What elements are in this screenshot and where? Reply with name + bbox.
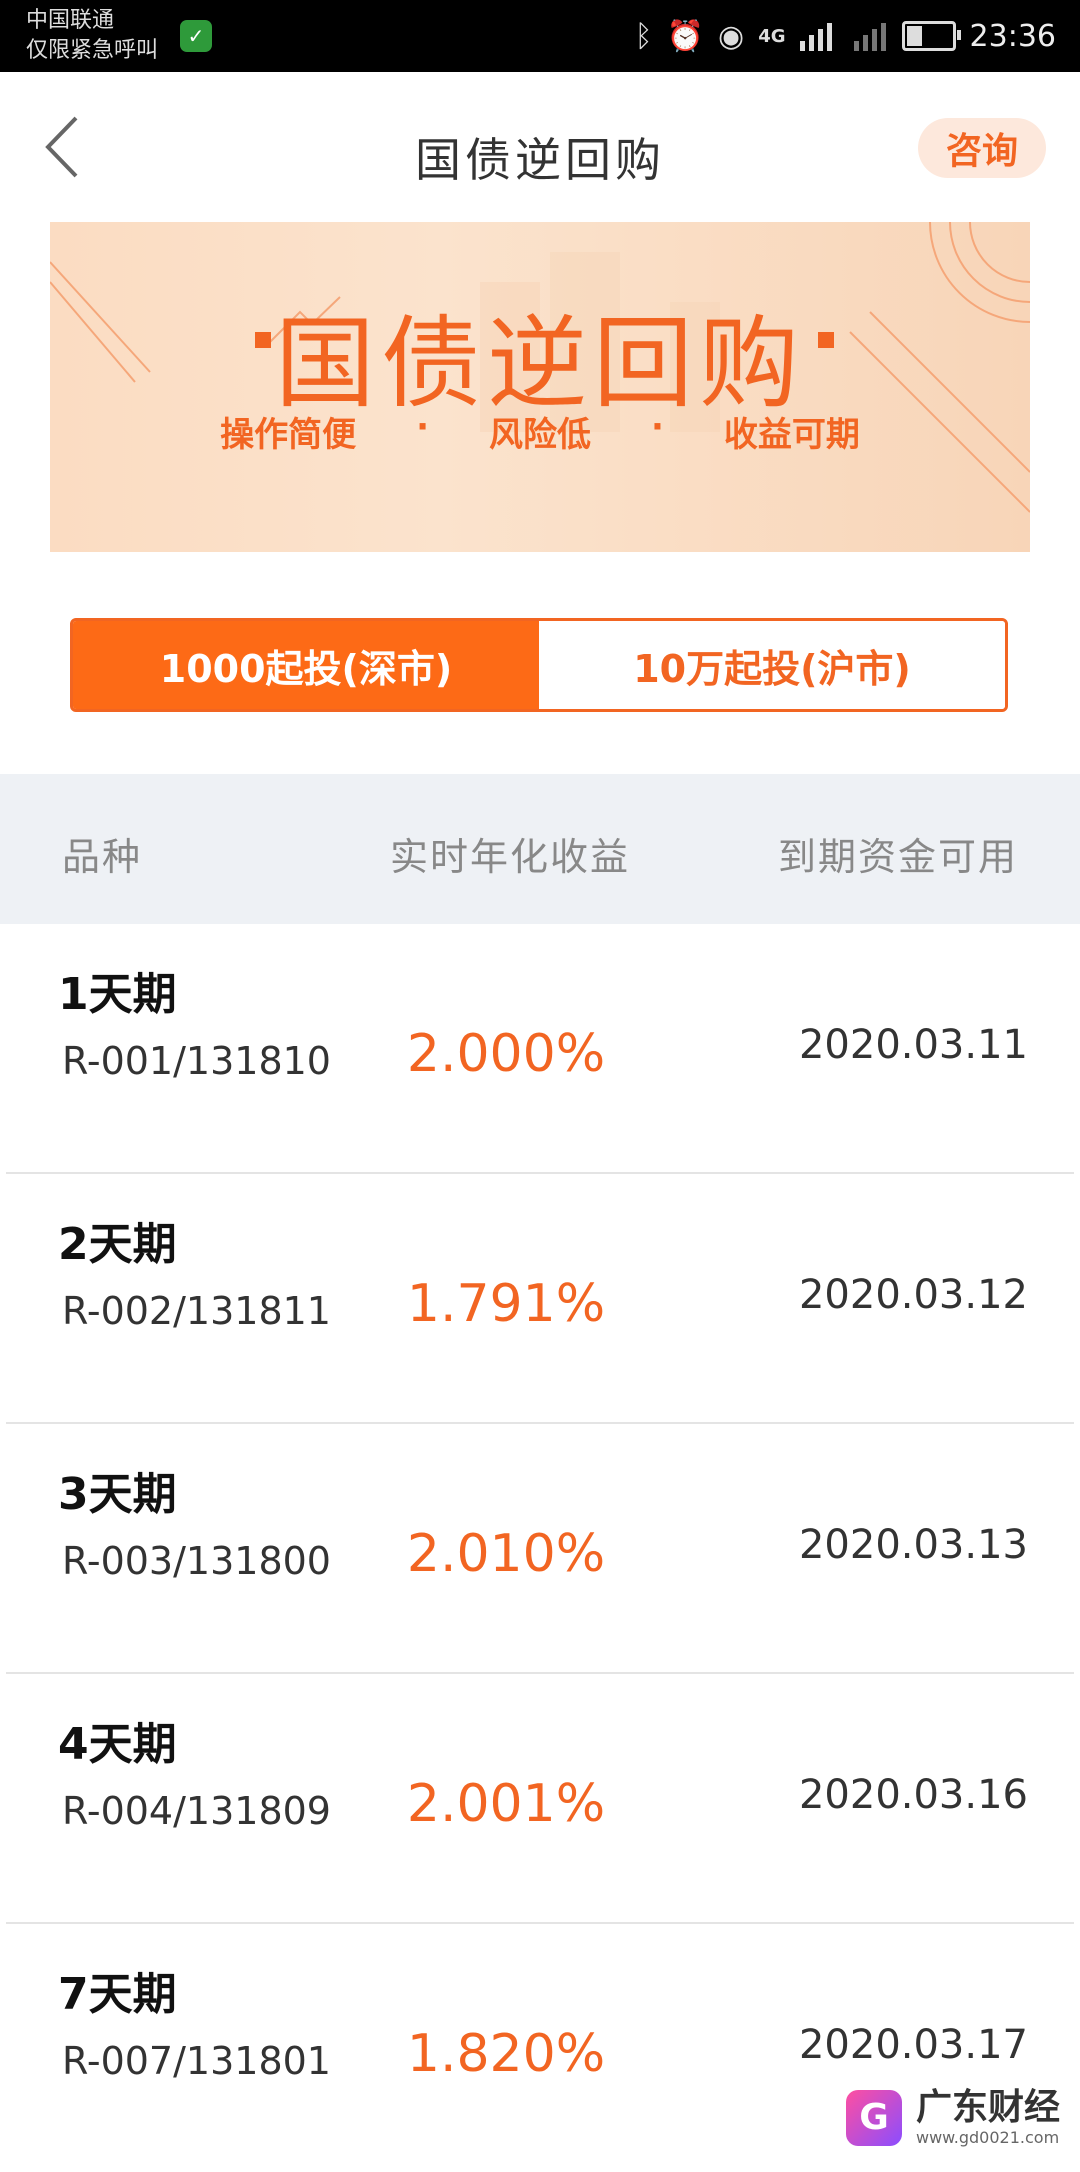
annual-yield: 1.820% (406, 2024, 606, 2084)
column-header-variety: 品种 (62, 835, 143, 879)
battery-level (906, 26, 922, 46)
bluetooth-icon: ᛒ (634, 18, 653, 54)
product-name: 7天期 (58, 1969, 177, 2020)
annual-yield: 2.001% (406, 1774, 606, 1834)
funds-available-date: 2020.03.13 (798, 1522, 1028, 1568)
consult-button[interactable]: 咨询 (918, 118, 1046, 178)
column-header-annual-yield: 实时年化收益 (390, 835, 631, 879)
tab-shanghai[interactable]: 10万起投(沪市) (539, 621, 1005, 709)
carrier-note: 仅限紧急呼叫 (26, 38, 159, 63)
promo-banner[interactable]: 国债逆回购 操作简便 · 风险低 · 收益可期 (50, 222, 1030, 552)
watermark-logo-icon: G (845, 2089, 902, 2146)
market-tabs: 1000起投(深市) 10万起投(沪市) (70, 618, 1008, 712)
banner-title: 国债逆回购 (275, 305, 805, 422)
banner-dot: · (651, 407, 664, 447)
signal-icon (799, 23, 832, 51)
status-icons: ᛒ ⏰ ◉ 4G 23:36 (635, 14, 1056, 58)
security-shield-icon: ✓ (180, 20, 212, 52)
funds-available-date: 2020.03.12 (798, 1272, 1028, 1318)
product-code: R-007/131801 (62, 2039, 331, 2083)
eye-icon: ◉ (718, 18, 745, 54)
banner-dot: · (416, 407, 429, 447)
table-header: 品种 实时年化收益 到期资金可用 (0, 774, 1080, 924)
nav-header: 国债逆回购 咨询 (0, 72, 1080, 222)
product-name: 2天期 (58, 1219, 177, 1270)
funds-available-date: 2020.03.16 (798, 1772, 1028, 1818)
table-row[interactable]: 1天期 R-001/131810 2.000% 2020.03.11 (6, 924, 1074, 1174)
product-code: R-004/131809 (62, 1789, 331, 1833)
page-title: 国债逆回购 (415, 133, 665, 187)
product-name: 3天期 (58, 1469, 177, 1520)
carrier-name: 中国联通 (26, 8, 115, 33)
clock: 23:36 (969, 18, 1056, 54)
product-code: R-003/131800 (62, 1539, 331, 1583)
banner-features: 操作简便 · 风险低 · 收益可期 (50, 407, 1030, 456)
funds-available-date: 2020.03.17 (798, 2022, 1028, 2068)
watermark-url: www.gd0021.com (915, 2128, 1060, 2147)
watermark-name: 广东财经 (915, 2087, 1060, 2128)
tab-shenzhen[interactable]: 1000起投(深市) (73, 621, 539, 709)
column-header-funds-available: 到期资金可用 (777, 835, 1018, 879)
table-row[interactable]: 2天期 R-002/131811 1.791% 2020.03.12 (6, 1174, 1074, 1424)
network-type-label: 4G (758, 25, 786, 47)
table-row[interactable]: 4天期 R-004/131809 2.001% 2020.03.16 (6, 1674, 1074, 1924)
watermark: G 广东财经 www.gd0021.com (845, 2087, 1060, 2147)
banner-feature: 风险低 (489, 415, 591, 455)
battery-icon (901, 21, 961, 51)
product-code: R-001/131810 (62, 1039, 331, 1083)
banner-feature: 收益可期 (723, 415, 860, 455)
table-row[interactable]: 3天期 R-003/131800 2.010% 2020.03.13 (6, 1424, 1074, 1674)
product-name: 4天期 (58, 1719, 177, 1770)
product-name: 1天期 (58, 969, 177, 1020)
carrier-info: 中国联通 仅限紧急呼叫 (26, 6, 158, 66)
status-bar: 中国联通 仅限紧急呼叫 ✓ ᛒ ⏰ ◉ 4G 23:36 (0, 0, 1080, 72)
annual-yield: 1.791% (406, 1274, 606, 1334)
signal-no-sim-icon (853, 23, 886, 51)
product-code: R-002/131811 (62, 1289, 331, 1333)
alarm-icon: ⏰ (666, 18, 705, 54)
annual-yield: 2.010% (406, 1524, 606, 1584)
annual-yield: 2.000% (406, 1024, 606, 1084)
banner-feature: 操作简便 (220, 415, 357, 455)
funds-available-date: 2020.03.11 (798, 1022, 1028, 1068)
